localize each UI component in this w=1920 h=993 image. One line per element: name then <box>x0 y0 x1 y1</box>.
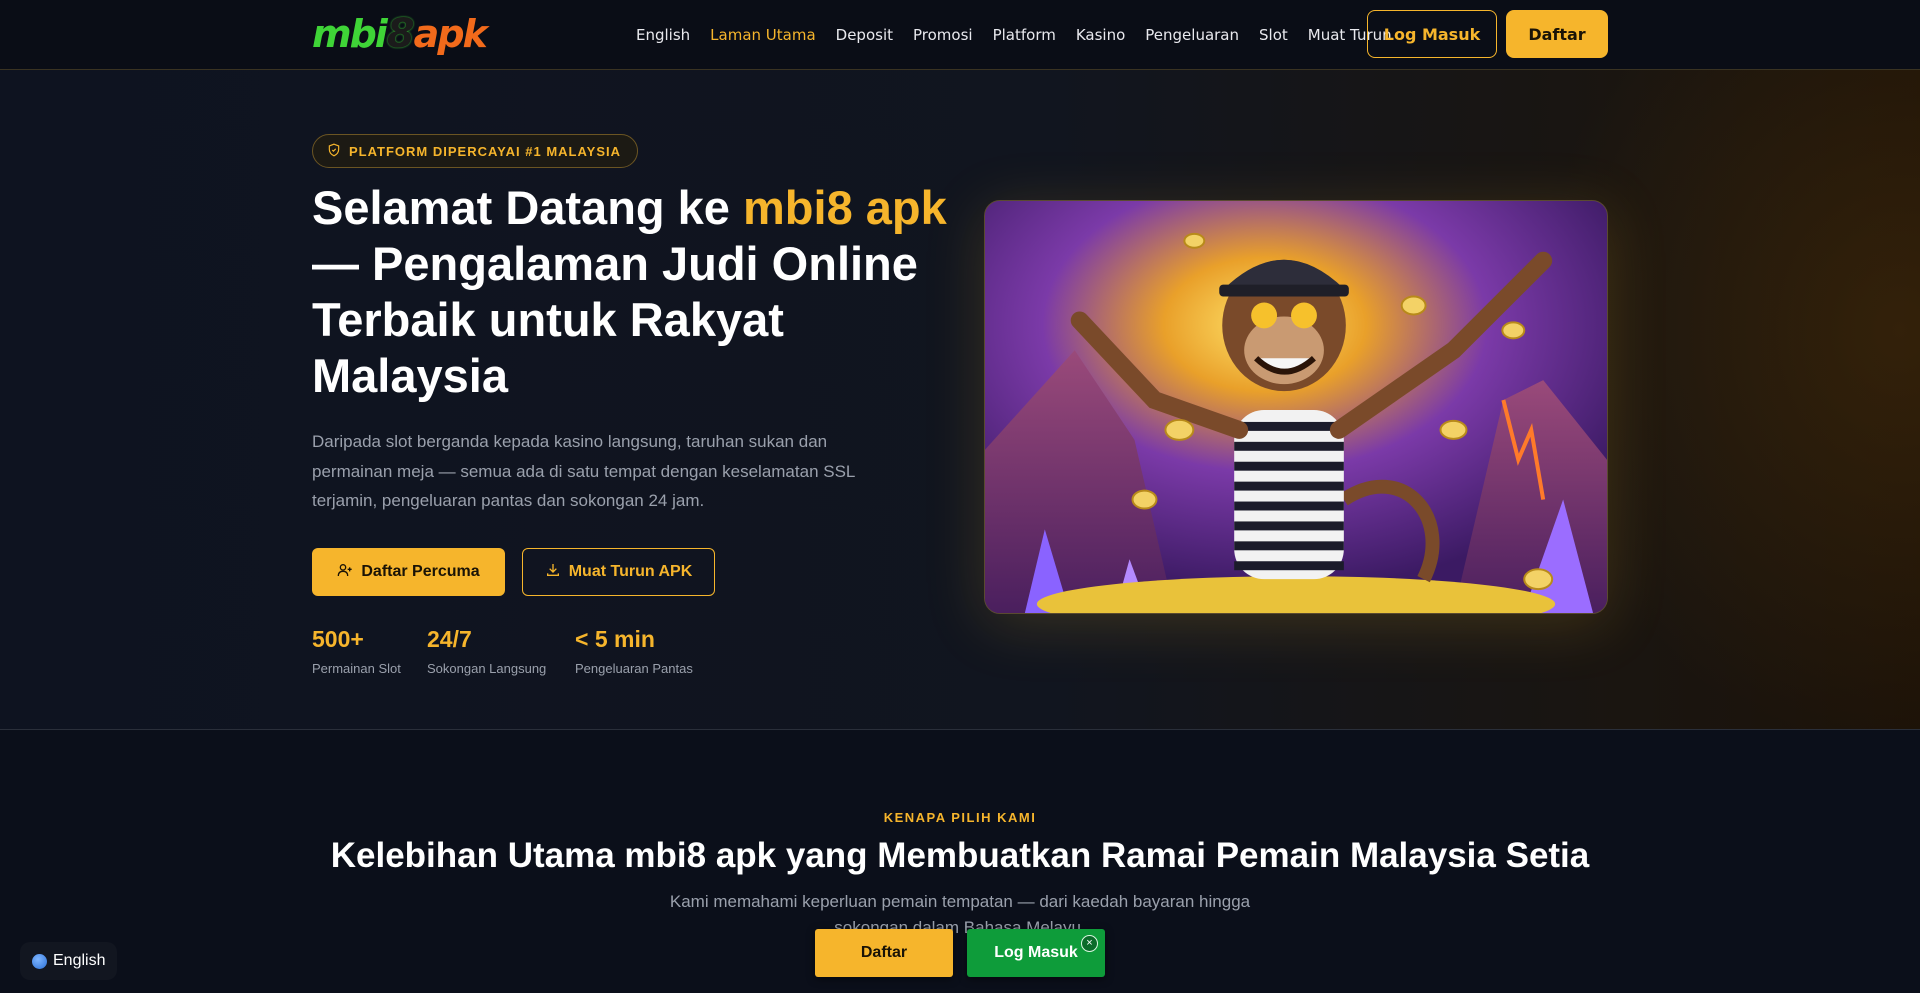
header-login-button[interactable]: Log Masuk <box>1367 10 1497 58</box>
download-apk-button[interactable]: Muat Turun APK <box>522 548 715 596</box>
hero-description: Daripada slot berganda kepada kasino lan… <box>312 432 855 510</box>
stat-label: Permainan Slot <box>312 661 401 676</box>
hero-title-highlight: mbi8 apk <box>743 181 947 234</box>
header-register-button[interactable]: Daftar <box>1506 10 1608 58</box>
logo-text-left: mbi <box>312 12 388 56</box>
floating-register-button[interactable]: Daftar <box>815 929 953 977</box>
hero-title-part1: Selamat Datang ke <box>312 181 744 234</box>
nav-item-deposit[interactable]: Deposit <box>836 26 893 44</box>
hero-title-part2: — Pengalaman Judi Online Terbaik untuk R… <box>312 237 918 402</box>
nav-item-promosi[interactable]: Promosi <box>913 26 973 44</box>
stat-support: 24/7 Sokongan Langsung <box>427 625 546 676</box>
language-switcher-label: English <box>53 952 106 969</box>
nav-item-kasino[interactable]: Kasino <box>1076 26 1125 44</box>
main-nav: English Laman Utama Deposit Promosi Plat… <box>636 0 1392 70</box>
language-switcher[interactable]: English <box>20 942 118 980</box>
nav-item-english[interactable]: English <box>636 26 690 44</box>
stat-value: < 5 min <box>575 626 655 652</box>
hero-section: PLATFORM DIPERCAYAI #1 MALAYSIA Selamat … <box>0 70 1920 730</box>
logo-text-right: apk <box>413 12 488 56</box>
register-free-label: Daftar Percuma <box>361 563 480 580</box>
features-eyebrow: KENAPA PILIH KAMI <box>883 810 1037 825</box>
nav-item-laman-utama[interactable]: Laman Utama <box>710 26 815 44</box>
hero-monkey-image <box>984 200 1608 614</box>
close-icon[interactable]: × <box>1081 935 1098 952</box>
nav-item-platform[interactable]: Platform <box>993 26 1056 44</box>
features-description: Kami memahami keperluan pemain tempatan … <box>669 892 1251 937</box>
user-plus-icon <box>337 562 353 583</box>
nav-item-slot[interactable]: Slot <box>1259 26 1288 44</box>
trust-badge: PLATFORM DIPERCAYAI #1 MALAYSIA <box>312 134 639 168</box>
stat-value: 500+ <box>312 626 364 652</box>
shield-icon <box>327 143 341 160</box>
stat-label: Sokongan Langsung <box>427 661 547 676</box>
stat-withdrawal: < 5 min Pengeluaran Pantas <box>575 625 693 676</box>
globe-icon <box>32 953 47 969</box>
stat-label: Pengeluaran Pantas <box>575 661 693 676</box>
download-icon <box>545 562 561 583</box>
register-free-button[interactable]: Daftar Percuma <box>312 548 505 596</box>
site-logo[interactable]: mbi 8 apk <box>312 11 488 57</box>
hero-title: Selamat Datang ke mbi8 apk — Pengalaman … <box>312 180 952 404</box>
features-title: Kelebihan Utama mbi8 apk yang Membuatkan… <box>330 836 1590 875</box>
stat-slot-games: 500+ Permainan Slot <box>312 625 401 676</box>
site-header: mbi 8 apk English Laman Utama Deposit Pr… <box>0 0 1920 70</box>
trust-badge-text: PLATFORM DIPERCAYAI #1 MALAYSIA <box>349 143 622 159</box>
logo-text-mid: 8 <box>386 11 415 57</box>
stat-value: 24/7 <box>427 626 472 652</box>
nav-item-pengeluaran[interactable]: Pengeluaran <box>1145 26 1239 44</box>
download-apk-label: Muat Turun APK <box>568 563 693 580</box>
